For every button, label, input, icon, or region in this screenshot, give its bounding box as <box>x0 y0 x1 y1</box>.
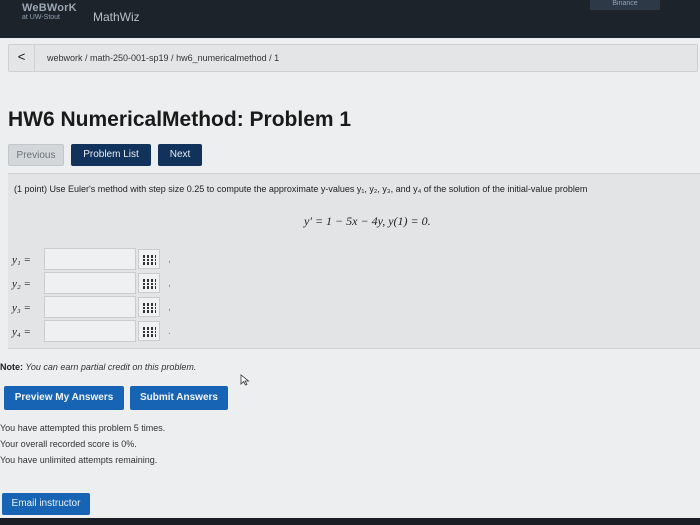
problem-body: (1 point) Use Euler's method with step s… <box>8 173 700 349</box>
next-button[interactable]: Next <box>158 144 202 166</box>
answer-input-y1[interactable] <box>44 248 136 270</box>
answer-suffix: , <box>168 302 171 313</box>
previous-button[interactable]: Previous <box>8 144 64 166</box>
attempt-status: You have attempted this problem 5 times.… <box>0 420 165 468</box>
equation-editor-button[interactable] <box>138 321 160 341</box>
answer-row: y₂ = , <box>8 272 308 296</box>
note-text: You can earn partial credit on this prob… <box>23 362 197 372</box>
matrix-icon <box>143 327 156 337</box>
matrix-icon <box>143 279 156 289</box>
answer-row: y₃ = , <box>8 296 308 320</box>
problem-statement: (1 point) Use Euler's method with step s… <box>14 184 588 194</box>
answer-suffix: , <box>168 278 171 289</box>
problem-equation: y′ = 1 − 5x − 4y, y(1) = 0. <box>304 214 431 228</box>
submit-answers-button[interactable]: Submit Answers <box>130 386 228 410</box>
score-text: Your overall recorded score is 0%. <box>0 439 137 449</box>
answer-label: y₃ = <box>12 302 31 314</box>
answer-input-y3[interactable] <box>44 296 136 318</box>
breadcrumb: < webwork / math-250-001-sp19 / hw6_nume… <box>8 44 698 72</box>
answer-suffix: , <box>168 254 171 265</box>
problem-list-button[interactable]: Problem List <box>71 144 151 166</box>
matrix-icon <box>143 303 156 313</box>
answer-input-y2[interactable] <box>44 272 136 294</box>
remaining-text: You have unlimited attempts remaining. <box>0 455 158 465</box>
answer-suffix: . <box>168 326 171 337</box>
logo-subtitle: at UW-Stout <box>22 14 60 21</box>
answer-row: y₄ = . <box>8 320 308 344</box>
back-button[interactable]: < <box>9 45 35 71</box>
equation-editor-button[interactable] <box>138 249 160 269</box>
note-label: Note: <box>0 362 23 372</box>
answer-label: y₂ = <box>12 278 31 290</box>
answer-row: y₁ = , <box>8 248 308 272</box>
app-name: MathWiz <box>93 10 140 24</box>
logo-title: WeBWorK <box>22 2 77 14</box>
main-page: < webwork / math-250-001-sp19 / hw6_nume… <box>0 38 700 518</box>
top-header-bar: WeBWorK at UW-Stout MathWiz Binance <box>0 0 700 38</box>
answer-label: y₁ = <box>12 254 31 266</box>
equation-editor-button[interactable] <box>138 297 160 317</box>
mouse-cursor-icon <box>240 374 250 386</box>
attempts-text: You have attempted this problem 5 times. <box>0 423 166 433</box>
page-title: HW6 NumericalMethod: Problem 1 <box>8 108 352 131</box>
taskbar <box>0 518 700 525</box>
preview-answers-button[interactable]: Preview My Answers <box>4 386 124 410</box>
partial-credit-note: Note: You can earn partial credit on thi… <box>0 362 196 372</box>
webwork-logo[interactable]: WeBWorK at UW-Stout <box>22 2 84 21</box>
answer-input-y4[interactable] <box>44 320 136 342</box>
browser-tab-label[interactable]: Binance <box>590 0 660 10</box>
matrix-icon <box>143 255 156 265</box>
equation-editor-button[interactable] <box>138 273 160 293</box>
breadcrumb-path[interactable]: webwork / math-250-001-sp19 / hw6_numeri… <box>47 53 279 63</box>
answer-label: y₄ = <box>12 326 31 338</box>
email-instructor-button[interactable]: Email instructor <box>2 493 90 515</box>
